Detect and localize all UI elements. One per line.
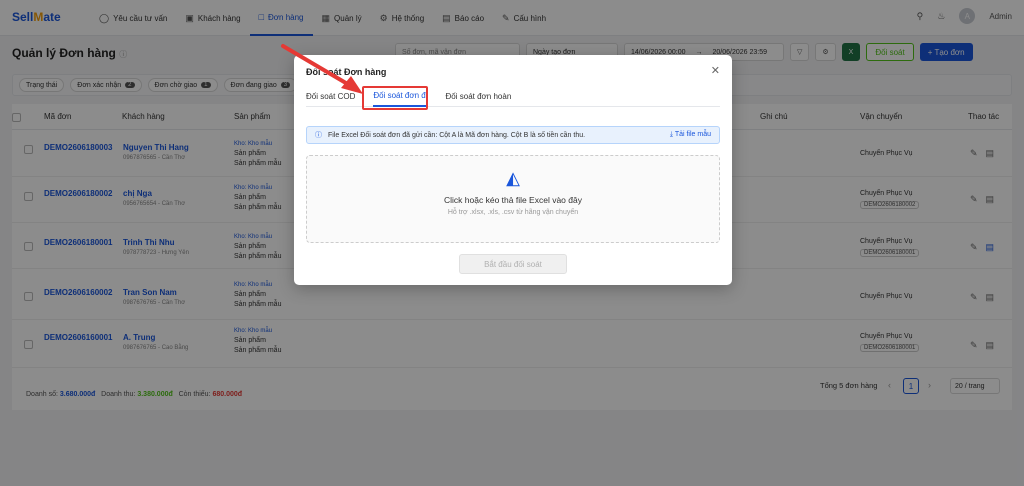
start-reconcile-button[interactable]: Bắt đầu đối soát	[459, 254, 567, 274]
tab-returns[interactable]: Đối soát đơn hoàn	[446, 85, 512, 107]
info-banner: ⓘ File Excel Đối soát đơn đã gửi cần: Cộ…	[306, 126, 720, 144]
dropzone-hint: Hỗ trợ .xlsx, .xls, .csv từ hãng vận chu…	[447, 209, 579, 216]
dropzone-title: Click hoặc kéo thả file Excel vào đây	[444, 195, 582, 205]
inbox-icon: ◭	[506, 168, 520, 188]
download-template-link[interactable]: ⤓ Tải file mẫu	[670, 131, 711, 139]
pointer-arrow-icon	[281, 44, 363, 94]
highlight-box	[362, 86, 428, 110]
file-dropzone[interactable]: ◭ Click hoặc kéo thả file Excel vào đây …	[306, 155, 720, 243]
info-icon: ⓘ	[315, 132, 322, 139]
close-icon[interactable]: ✕	[711, 64, 720, 77]
